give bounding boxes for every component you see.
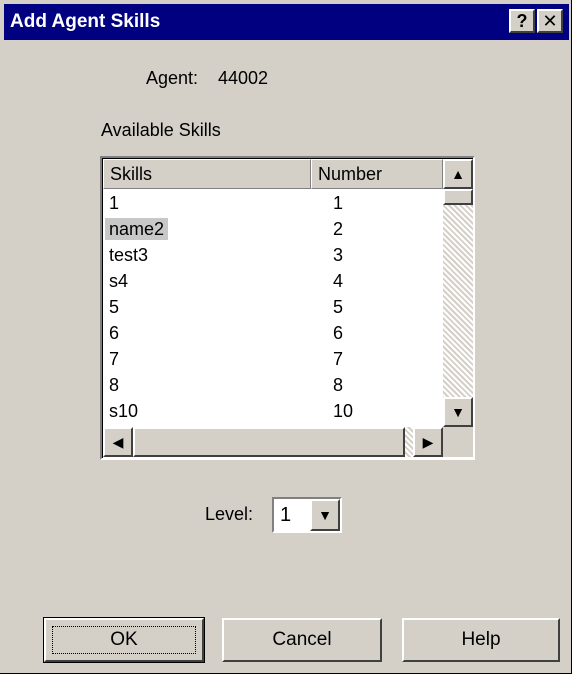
cancel-button-label: Cancel (272, 629, 332, 650)
list-item[interactable]: 8 8 (103, 374, 443, 398)
horizontal-scroll-thumb[interactable] (133, 427, 405, 457)
skill-name: s4 (109, 271, 129, 291)
skill-number: 8 (333, 375, 344, 395)
level-dropdown[interactable]: 1 ▼ (272, 497, 342, 533)
skill-name: s10 (109, 401, 139, 421)
scrollbar-corner (443, 427, 473, 457)
skill-number: 6 (333, 323, 344, 343)
cancel-button[interactable]: Cancel (222, 618, 382, 662)
available-skills-label: Available Skills (101, 120, 221, 140)
title-bar[interactable]: Add Agent Skills ? ✕ (4, 4, 569, 40)
level-value: 1 (280, 504, 292, 526)
list-item[interactable]: 6 6 (103, 322, 443, 346)
list-item-selected[interactable]: name2 2 (103, 218, 443, 242)
skill-number: 1 (333, 193, 344, 213)
vertical-scroll-thumb[interactable] (443, 189, 473, 205)
skills-list[interactable]: Skills Number 1 1 name2 2 test3 3 s4 4 5… (100, 156, 475, 460)
skill-name: 7 (109, 349, 120, 369)
focus-rectangle (52, 626, 196, 654)
column-header-skills[interactable]: Skills (103, 159, 311, 189)
help-button[interactable]: Help (402, 618, 560, 662)
skill-name: name2 (105, 218, 169, 240)
skill-name: test3 (109, 245, 149, 265)
agent-label: Agent: (146, 68, 199, 88)
help-button-label: Help (461, 629, 501, 650)
ok-button[interactable]: OK (43, 617, 205, 663)
level-label: Level: (205, 504, 254, 524)
scroll-down-arrow-icon[interactable]: ▼ (443, 397, 473, 427)
close-button[interactable]: ✕ (537, 9, 563, 33)
skill-name: 1 (109, 193, 120, 213)
scroll-right-arrow-icon[interactable]: ▶ (413, 427, 443, 457)
add-agent-skills-dialog: Add Agent Skills ? ✕ Agent: 44002 Availa… (0, 0, 572, 674)
scroll-left-arrow-icon[interactable]: ◀ (103, 427, 133, 457)
horizontal-scrollbar[interactable]: ◀ ▶ (103, 427, 443, 457)
skill-number: 2 (333, 219, 344, 239)
list-item[interactable]: s10 10 (103, 400, 443, 424)
vertical-scrollbar[interactable]: ▲ ▼ (443, 159, 473, 427)
skill-number: 5 (333, 297, 344, 317)
skill-name: 6 (109, 323, 120, 343)
list-item[interactable]: test3 3 (103, 244, 443, 268)
window-title: Add Agent Skills (10, 11, 161, 32)
column-header-number[interactable]: Number (311, 159, 443, 189)
help-question-button[interactable]: ? (509, 9, 535, 33)
skill-name: 5 (109, 297, 120, 317)
list-item[interactable]: 7 7 (103, 348, 443, 372)
list-item[interactable]: 1 1 (103, 192, 443, 216)
skill-number: 4 (333, 271, 344, 291)
scroll-up-arrow-icon[interactable]: ▲ (443, 159, 473, 189)
list-item[interactable]: s4 4 (103, 270, 443, 294)
skill-number: 10 (333, 401, 354, 421)
list-item[interactable]: 5 5 (103, 296, 443, 320)
agent-id-value: 44002 (218, 68, 269, 88)
dropdown-arrow-icon[interactable]: ▼ (310, 499, 340, 531)
skill-number: 3 (333, 245, 344, 265)
skill-name: 8 (109, 375, 120, 395)
skill-number: 7 (333, 349, 344, 369)
